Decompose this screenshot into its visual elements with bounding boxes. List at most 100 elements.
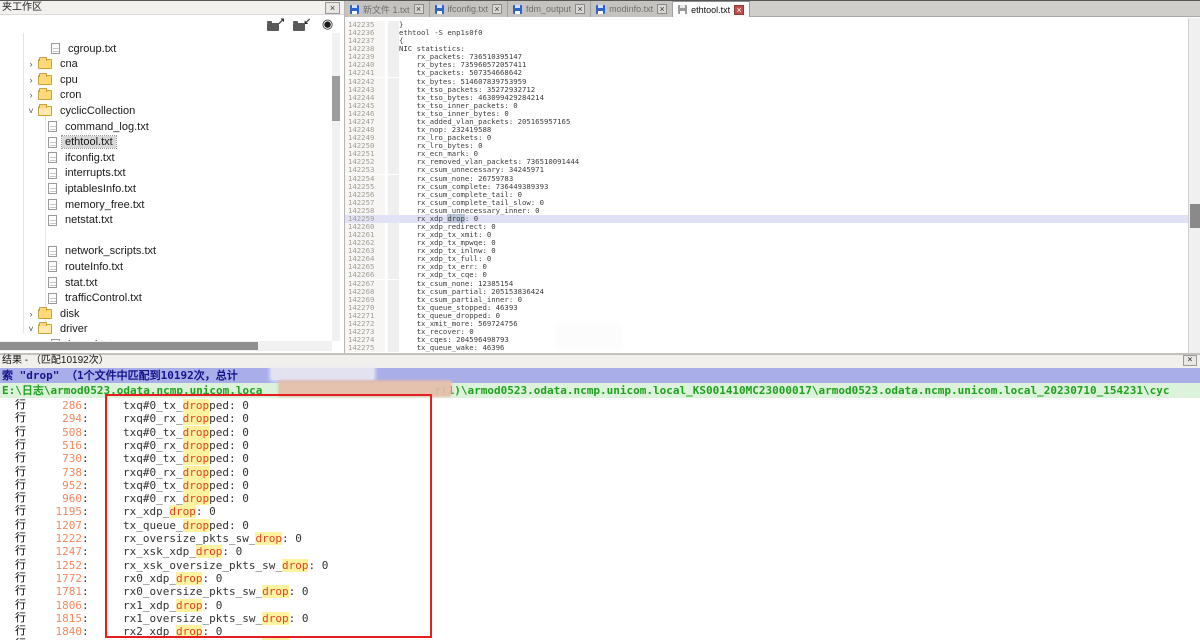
- code-area[interactable]: 142235}142236ethtool -S enp1s0f0142237{1…: [345, 18, 1188, 353]
- locate-file-icon[interactable]: ◉: [319, 17, 336, 31]
- workspace-vertical-scrollbar[interactable]: [332, 33, 340, 341]
- collapse-all-icon[interactable]: ↙: [293, 17, 310, 31]
- match-line-number: 1815: [30, 612, 82, 625]
- result-row[interactable]: 行738:rxq#0_rx_dropped: 0: [0, 466, 1200, 479]
- tab-ethtool.txt[interactable]: ethtool.txt×: [673, 1, 750, 17]
- results-rows: 行286:txq#0_tx_dropped: 0行294:rxq#0_rx_dr…: [0, 399, 1200, 640]
- tab-新文件 1.txt[interactable]: 新文件 1.txt ×: [345, 1, 430, 17]
- tree-folder-cyclicCollection[interactable]: ˅ cyclicCollection: [26, 103, 138, 118]
- result-row[interactable]: 行1781:rx0_oversize_pkts_sw_drop: 0: [0, 585, 1200, 598]
- tree-item-stat.txt[interactable]: stat.txt: [48, 275, 100, 290]
- result-row[interactable]: 行1247:rx_xsk_xdp_drop: 0: [0, 545, 1200, 558]
- tree-item-ifconfig.txt[interactable]: ifconfig.txt: [48, 150, 118, 165]
- result-row[interactable]: 行516:rxq#0_rx_dropped: 0: [0, 439, 1200, 452]
- tab-fdm_output[interactable]: fdm_output×: [508, 1, 591, 17]
- search-summary-row[interactable]: 索 "drop" （1个文件中匹配到10192次，总计: [0, 368, 1200, 383]
- editor-vertical-scrollbar[interactable]: [1188, 18, 1200, 353]
- row-prefix: 行: [15, 399, 26, 412]
- tree-item-ethtool.txt[interactable]: ethtool.txt: [48, 135, 116, 150]
- result-row[interactable]: 行294:rxq#0_rx_dropped: 0: [0, 412, 1200, 425]
- save-icon: [350, 5, 359, 14]
- tree-item-label: cyclicCollection: [57, 105, 138, 117]
- gutter-margin: [388, 336, 399, 344]
- result-row[interactable]: 行1815:rx1_oversize_pkts_sw_drop: 0: [0, 612, 1200, 625]
- chevron-right-icon[interactable]: ›: [26, 90, 36, 100]
- tab-close-icon[interactable]: ×: [734, 5, 744, 15]
- tab-close-icon[interactable]: ×: [414, 4, 424, 14]
- chevron-down-icon[interactable]: ˅: [26, 324, 36, 334]
- gutter-margin: [388, 263, 399, 271]
- tab-close-icon[interactable]: ×: [657, 4, 667, 14]
- expand-all-icon[interactable]: ↗: [267, 17, 284, 31]
- match-text: txq#0_tx_dropped: 0: [123, 479, 249, 492]
- chevron-down-icon[interactable]: ˅: [26, 106, 36, 116]
- gutter-margin: [388, 191, 399, 199]
- match-line-number: 952: [30, 479, 82, 492]
- tree-folder-disk[interactable]: › disk: [26, 306, 83, 321]
- scrollbar-thumb[interactable]: [332, 76, 340, 121]
- chevron-right-icon[interactable]: ›: [26, 59, 36, 69]
- result-row[interactable]: 行1806:rx1_xdp_drop: 0: [0, 599, 1200, 612]
- gutter-margin: [388, 102, 399, 110]
- colon: :: [82, 412, 89, 425]
- result-row[interactable]: 行952:txq#0_tx_dropped: 0: [0, 479, 1200, 492]
- tree-folder-cron[interactable]: ›cron: [26, 88, 84, 103]
- tree-item-interrupts.txt[interactable]: interrupts.txt: [48, 166, 129, 181]
- result-row[interactable]: 行1195:rx_xdp_drop: 0: [0, 505, 1200, 518]
- result-row[interactable]: 行1772:rx0_xdp_drop: 0: [0, 572, 1200, 585]
- tab-ifconfig.txt[interactable]: ifconfig.txt×: [430, 1, 509, 17]
- match-line-number: 516: [30, 439, 82, 452]
- tree-item-redacted[interactable]: [48, 228, 54, 243]
- folder-icon: [38, 324, 52, 334]
- chevron-right-icon[interactable]: ›: [26, 309, 36, 319]
- scrollbar-thumb[interactable]: [1190, 204, 1200, 228]
- result-row[interactable]: 行960:rxq#0_rx_dropped: 0: [0, 492, 1200, 505]
- gutter-margin: [388, 61, 399, 69]
- tree-folder-driver[interactable]: ˅driver: [26, 322, 91, 337]
- tree-item-trafficControl.txt[interactable]: trafficControl.txt: [48, 291, 145, 306]
- colon: :: [82, 505, 89, 518]
- gutter-margin: [388, 296, 399, 304]
- results-title: 结果 - （匹配10192次）: [0, 355, 1200, 368]
- chevron-right-icon[interactable]: ›: [26, 75, 36, 85]
- tree-folder-cna[interactable]: ›cna: [26, 57, 81, 72]
- tab-label: 新文件 1.txt: [363, 3, 410, 16]
- workspace-panel: 夹工作区 × ↗ ↙ ◉ cgroup.txt›cna›cpu›cron˅cyc…: [0, 1, 345, 353]
- save-icon: [435, 5, 444, 14]
- tab-modinfo.txt[interactable]: modinfo.txt×: [591, 1, 673, 17]
- workspace-close-icon[interactable]: ×: [325, 2, 340, 14]
- gutter-margin: [388, 21, 399, 29]
- tree-item-iptablesInfo.txt[interactable]: iptablesInfo.txt: [48, 181, 139, 196]
- match-line-number: 1252: [30, 559, 82, 572]
- result-row[interactable]: 行1252:rx_xsk_oversize_pkts_sw_drop: 0: [0, 559, 1200, 572]
- workspace-horizontal-scrollbar[interactable]: [0, 341, 332, 351]
- tree-item-netstat.txt[interactable]: netstat.txt: [48, 213, 116, 228]
- result-row[interactable]: 行1222:rx_oversize_pkts_sw_drop: 0: [0, 532, 1200, 545]
- save-icon: [678, 5, 687, 14]
- result-row[interactable]: 行286:txq#0_tx_dropped: 0: [0, 399, 1200, 412]
- scrollbar-thumb[interactable]: [0, 342, 258, 350]
- result-row[interactable]: 行1840:rx2_xdp_drop: 0: [0, 625, 1200, 638]
- tree-item-routeInfo.txt[interactable]: routeInfo.txt: [48, 259, 126, 274]
- tab-close-icon[interactable]: ×: [575, 4, 585, 14]
- file-path-row[interactable]: E:\日志\armod0523.odata.ncmp.unicom.locar(…: [0, 383, 1200, 398]
- row-prefix: 行: [15, 505, 26, 518]
- match-text: rx1_xdp_drop: 0: [123, 599, 222, 612]
- colon: :: [82, 545, 89, 558]
- tree-item-command_log.txt[interactable]: command_log.txt: [48, 119, 152, 134]
- tree-item-network_scripts.txt[interactable]: network_scripts.txt: [48, 244, 159, 259]
- result-row[interactable]: 行508:txq#0_tx_dropped: 0: [0, 426, 1200, 439]
- tree-item-memory_free.txt[interactable]: memory_free.txt: [48, 197, 147, 212]
- result-row[interactable]: 行1207:tx_queue_dropped: 0: [0, 519, 1200, 532]
- colon: :: [82, 492, 89, 505]
- app-window: 夹工作区 × ↗ ↙ ◉ cgroup.txt›cna›cpu›cron˅cyc…: [0, 0, 1200, 640]
- tab-close-icon[interactable]: ×: [492, 4, 502, 14]
- tree-folder-cpu[interactable]: ›cpu: [26, 72, 81, 87]
- gutter-margin: [388, 150, 399, 158]
- tree-item-label: disk: [57, 308, 83, 320]
- results-close-icon[interactable]: ×: [1183, 355, 1197, 366]
- tree-item-label: routeInfo.txt: [62, 261, 126, 273]
- row-prefix: 行: [15, 545, 26, 558]
- result-row[interactable]: 行730:txq#0_tx_dropped: 0: [0, 452, 1200, 465]
- tree-item-cgroup.txt[interactable]: cgroup.txt: [51, 41, 119, 56]
